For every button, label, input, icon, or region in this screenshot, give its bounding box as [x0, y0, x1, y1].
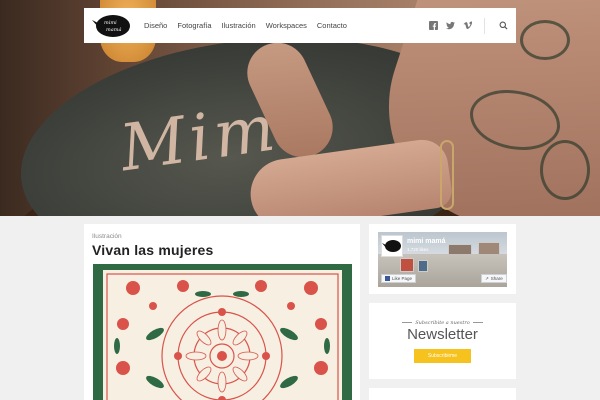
- main-menu: Diseño Fotografía Ilustración Workspaces…: [144, 21, 357, 30]
- fb-like-label: Like Page: [392, 276, 413, 281]
- fb-cover-item: [400, 258, 414, 272]
- fb-page-name[interactable]: mimi mamá: [407, 238, 446, 245]
- mandala-illustration: [93, 264, 352, 400]
- fb-share-label: Share: [490, 276, 503, 281]
- hero-tattoo: [540, 140, 590, 200]
- social-links: [429, 17, 508, 34]
- nav-item-fotografia[interactable]: Fotografía: [177, 21, 211, 30]
- nav-divider: [484, 17, 485, 34]
- post-illustration[interactable]: [93, 264, 352, 400]
- sidebar-widget: [369, 388, 516, 400]
- facebook-icon: [385, 276, 390, 281]
- nav-item-diseno[interactable]: Diseño: [144, 21, 167, 30]
- post-title[interactable]: Vivan las mujeres: [92, 242, 213, 258]
- fb-likes-count: 1,720 likes: [407, 247, 429, 252]
- top-navbar: mimi mamá Diseño Fotografía Ilustración …: [84, 8, 516, 43]
- newsletter-widget: Subscribite a nuestro Newsletter Subscri…: [369, 303, 516, 379]
- fb-cover-item: [418, 260, 428, 272]
- post-category[interactable]: Ilustración: [92, 233, 122, 240]
- site-logo[interactable]: mimi mamá: [92, 13, 132, 39]
- facebook-icon[interactable]: [429, 21, 438, 30]
- twitter-icon[interactable]: [446, 21, 455, 30]
- facebook-widget: mimi mamá 1,720 likes Like Page ↗ Share: [369, 224, 516, 294]
- newsletter-title: Newsletter: [407, 326, 478, 343]
- svg-text:mamá: mamá: [106, 26, 121, 33]
- nav-item-contacto[interactable]: Contacto: [317, 21, 347, 30]
- share-icon: ↗: [485, 275, 489, 281]
- vimeo-icon[interactable]: [463, 21, 472, 30]
- facebook-page-plugin[interactable]: mimi mamá 1,720 likes Like Page ↗ Share: [378, 232, 507, 287]
- subscribe-button[interactable]: Subscribirme: [414, 349, 471, 363]
- fb-like-page-button[interactable]: Like Page: [381, 274, 417, 283]
- fb-page-avatar[interactable]: [381, 235, 403, 257]
- hero-tattoo: [520, 20, 570, 60]
- featured-post: Ilustración Vivan las mujeres: [84, 224, 360, 400]
- nav-item-workspaces[interactable]: Workspaces: [266, 21, 307, 30]
- fb-share-button[interactable]: ↗ Share: [481, 274, 507, 283]
- hero-bracelet: [440, 140, 454, 210]
- nav-item-ilustracion[interactable]: Ilustración: [222, 21, 256, 30]
- svg-text:mimi: mimi: [104, 20, 117, 26]
- search-icon[interactable]: [499, 21, 508, 30]
